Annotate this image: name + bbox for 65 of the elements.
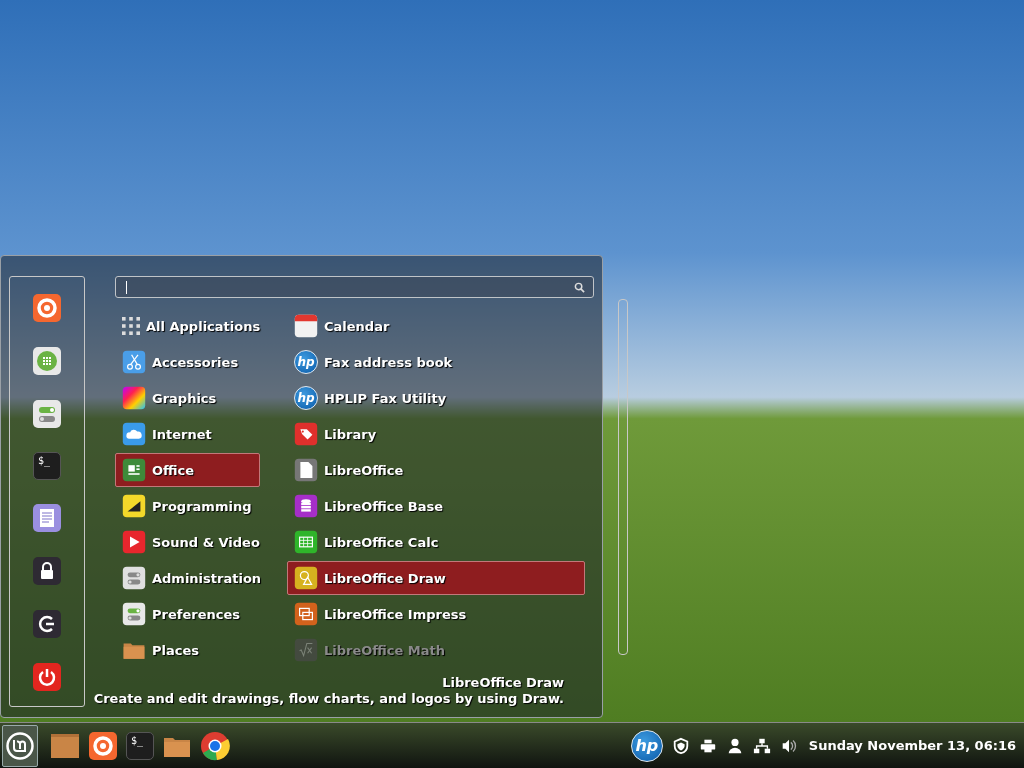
toggle-switches-icon — [122, 566, 146, 590]
document-icon — [294, 458, 318, 482]
menu-item[interactable]: LibreOffice Draw — [287, 561, 585, 595]
chrome-icon — [200, 730, 230, 761]
favorite-button[interactable] — [32, 346, 62, 376]
favorite-button[interactable] — [32, 399, 62, 429]
menu-item[interactable]: Administration — [115, 561, 260, 595]
database-icon — [294, 494, 318, 518]
power-icon — [32, 662, 62, 692]
play-icon — [122, 530, 146, 554]
menu-item[interactable]: Library — [287, 417, 585, 451]
clock[interactable]: Sunday November 13, 06:16 — [808, 738, 1016, 753]
menu-item[interactable]: Programming — [115, 489, 260, 523]
menu-item[interactable]: Sound & Video — [115, 525, 260, 559]
scissors-icon — [122, 350, 146, 374]
lock-icon — [32, 556, 62, 586]
app-grid-icon — [32, 346, 62, 376]
favorite-button[interactable] — [32, 662, 62, 692]
terminal-icon[interactable]: $_ — [126, 731, 154, 760]
favorite-button[interactable] — [32, 556, 62, 586]
logout-icon — [32, 609, 62, 639]
hp-logo-icon: hp — [294, 386, 318, 410]
menu-item[interactable]: LibreOffice Base — [287, 489, 585, 523]
text-editor-icon — [32, 503, 62, 533]
document-icon — [122, 458, 146, 482]
scrollbar[interactable] — [618, 299, 628, 655]
tag-icon — [294, 422, 318, 446]
color-gradient-icon — [122, 386, 146, 410]
shapes-icon — [294, 566, 318, 590]
favorite-button[interactable] — [32, 609, 62, 639]
menu-item[interactable]: hp HPLIP Fax Utility — [287, 381, 585, 415]
square-root-icon — [294, 638, 318, 662]
menu-item[interactable]: Graphics — [115, 381, 260, 415]
tray-button[interactable] — [752, 736, 771, 755]
menu-item[interactable]: hp Fax address book — [287, 345, 585, 379]
search-field[interactable] — [115, 276, 594, 298]
toggle-switches-icon — [32, 399, 62, 429]
menu-item[interactable]: LibreOffice — [287, 453, 585, 487]
grid-icon — [122, 317, 140, 335]
menu-button[interactable] — [2, 724, 38, 767]
menu-item[interactable]: LibreOffice Impress — [287, 597, 585, 631]
menu-item[interactable]: Office — [115, 453, 260, 487]
shield-icon — [671, 736, 690, 755]
calendar-icon — [294, 314, 318, 338]
tray-button[interactable] — [671, 736, 690, 755]
description-text: Create and edit drawings, flow charts, and logos by using Draw. — [93, 691, 564, 707]
spreadsheet-icon — [294, 530, 318, 554]
terminal-icon[interactable]: $_ — [33, 452, 61, 480]
menu-item[interactable]: Calendar — [287, 309, 585, 343]
mint-logo-icon — [5, 730, 35, 761]
menu-item[interactable]: Internet — [115, 417, 260, 451]
menu-item[interactable]: All Applications — [115, 309, 260, 343]
menu-item[interactable]: LibreOffice Calc — [287, 525, 585, 559]
slides-icon — [294, 602, 318, 626]
cloud-icon — [122, 422, 146, 446]
network-icon — [752, 736, 771, 755]
hp-logo-icon: hp — [294, 350, 318, 374]
menu-item[interactable]: Preferences — [115, 597, 260, 631]
favorite-button[interactable] — [32, 503, 62, 533]
description-title: LibreOffice Draw — [442, 675, 564, 691]
menu-item[interactable]: Places — [115, 633, 260, 667]
toggle-switches-icon — [122, 602, 146, 626]
menu-item[interactable]: Accessories — [115, 345, 260, 379]
hp-logo-icon[interactable]: hp — [630, 729, 663, 762]
search-icon — [574, 281, 585, 293]
